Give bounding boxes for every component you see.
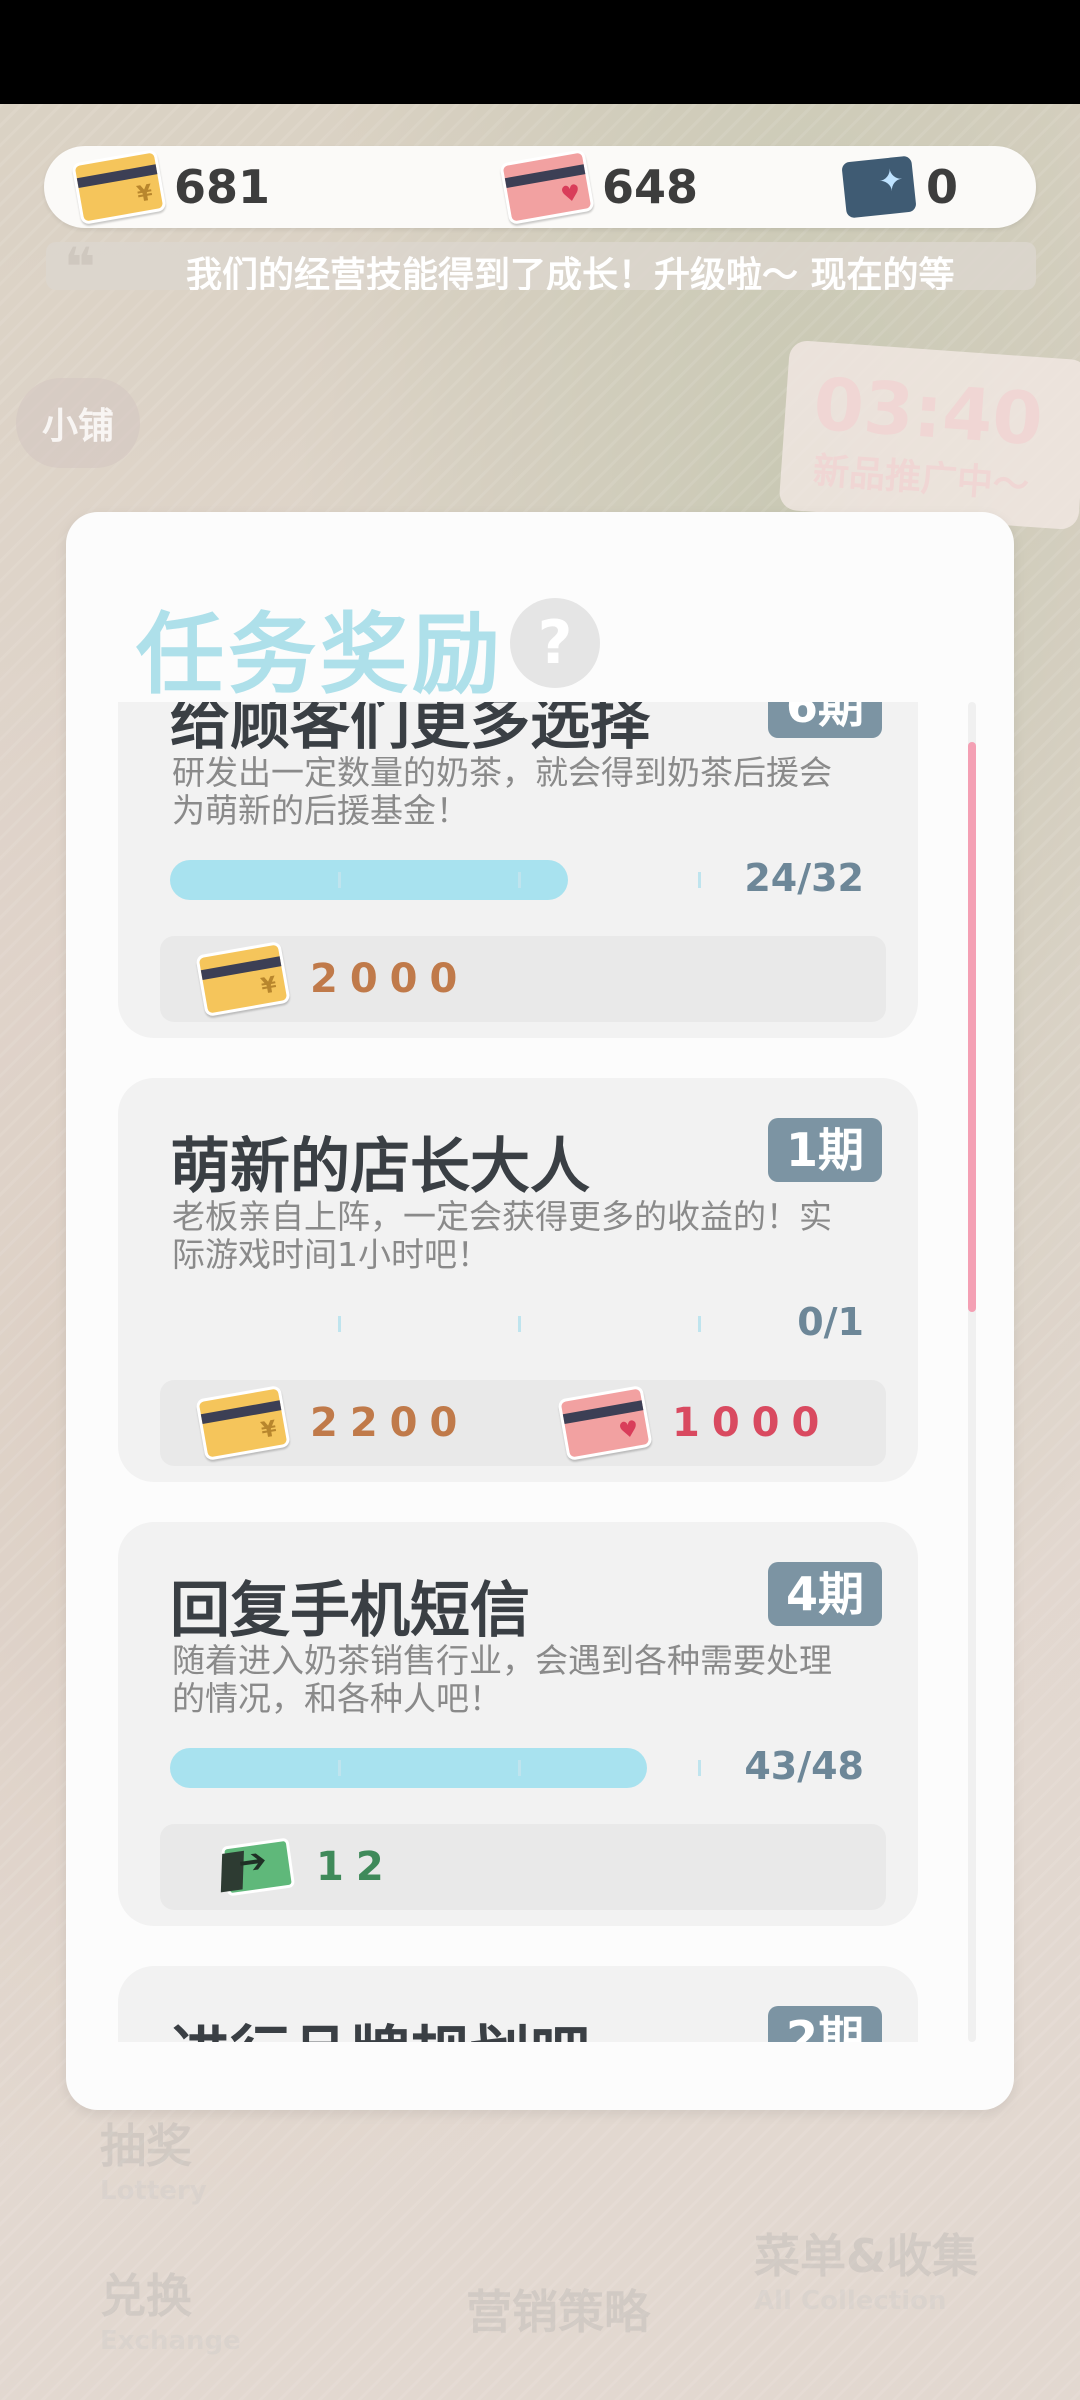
gold-card-icon: ¥ — [71, 149, 167, 225]
reward-gold: ¥ 2200 — [195, 1380, 470, 1466]
reward-box: ➔ 12 — [160, 1824, 886, 1910]
help-button[interactable]: ? — [510, 598, 600, 688]
task-name: 萌新的店长大人 — [170, 1132, 590, 1202]
gold-card-icon: ¥ — [195, 1385, 291, 1461]
question-icon: ? — [537, 608, 573, 678]
progress-fill — [170, 1748, 647, 1788]
task-card: 回复手机短信 4期 随着进入奶茶销售行业，会遇到各种需要处理的情况，和各种人吧！… — [118, 1522, 918, 1926]
quote-icon: ❝ — [64, 242, 96, 290]
task-period-badge: 2期 — [767, 2006, 882, 2042]
task-card: 进行品牌规划吧 2期 — [118, 1966, 918, 2042]
task-period-badge: 6期 — [767, 702, 882, 738]
task-description: 随着进入奶茶销售行业，会遇到各种需要处理的情况，和各种人吧！ — [172, 1641, 832, 1718]
task-name: 回复手机短信 — [170, 1576, 530, 1646]
task-progress-bar — [170, 1748, 701, 1788]
task-description: 研发出一定数量的奶茶，就会得到奶茶后援会为萌新的后援基金！ — [172, 753, 832, 830]
pink-card-icon: ♥ — [499, 149, 595, 225]
task-count: 24/32 — [744, 856, 864, 900]
task-card: 给顾客们更多选择 6期 研发出一定数量的奶茶，就会得到奶茶后援会为萌新的后援基金… — [118, 702, 918, 1038]
reward-amount: 2200 — [310, 1400, 470, 1446]
task-progress-bar — [170, 860, 701, 900]
reward-box: ¥ 2000 — [160, 936, 886, 1022]
progress-fill — [170, 860, 568, 900]
reward-amount: 2000 — [310, 956, 470, 1002]
green-ticket-icon: ➔ — [220, 1837, 296, 1897]
blue-ticket-icon: ✦ — [841, 155, 917, 219]
reward-ticket: ➔ 12 — [220, 1824, 396, 1910]
ticket-value: 0 — [926, 160, 959, 214]
pink-value: 648 — [602, 160, 699, 214]
scrollbar-thumb[interactable] — [968, 742, 976, 1312]
task-reward-modal: 任务奖励 ? 给顾客们更多选择 6期 研发出一定数量的奶茶，就会得到奶茶后援会为… — [66, 512, 1014, 2110]
task-description: 老板亲自上阵，一定会获得更多的收益的！实际游戏时间1小时吧！ — [172, 1197, 832, 1274]
task-name: 进行品牌规划吧 — [170, 2006, 590, 2042]
task-count: 0/1 — [797, 1300, 864, 1344]
modal-title: 任务奖励 — [136, 603, 505, 706]
task-progress-bar — [170, 1304, 701, 1344]
status-bar — [0, 0, 1080, 104]
news-ticker: ❝ 我们的经营技能得到了成长！升级啦～ 现在的等 — [46, 242, 1036, 290]
currency-bar: ¥ 681 ♥ 648 ✦ 0 — [44, 146, 1036, 228]
task-card: 萌新的店长大人 1期 老板亲自上阵，一定会获得更多的收益的！实际游戏时间1小时吧… — [118, 1078, 918, 1482]
reward-gold: ¥ 2000 — [195, 936, 470, 1022]
task-period-badge: 1期 — [767, 1118, 882, 1182]
gold-currency[interactable]: ¥ 681 — [71, 146, 271, 228]
reward-box: ¥ 2200 ♥ 1000 — [160, 1380, 886, 1466]
reward-pink: ♥ 1000 — [557, 1380, 832, 1466]
pink-currency[interactable]: ♥ 648 — [499, 146, 699, 228]
ticker-text: 我们的经营技能得到了成长！升级啦～ 现在的等 — [186, 255, 955, 290]
task-period-badge: 4期 — [767, 1562, 882, 1626]
ticket-currency[interactable]: ✦ 0 — [841, 146, 959, 228]
reward-amount: 12 — [316, 1844, 396, 1890]
task-count: 43/48 — [744, 1744, 864, 1788]
reward-amount: 1000 — [672, 1400, 832, 1446]
gold-value: 681 — [174, 160, 271, 214]
pink-card-icon: ♥ — [557, 1385, 653, 1461]
task-list[interactable]: 给顾客们更多选择 6期 研发出一定数量的奶茶，就会得到奶茶后援会为萌新的后援基金… — [118, 702, 978, 2042]
gold-card-icon: ¥ — [195, 941, 291, 1017]
